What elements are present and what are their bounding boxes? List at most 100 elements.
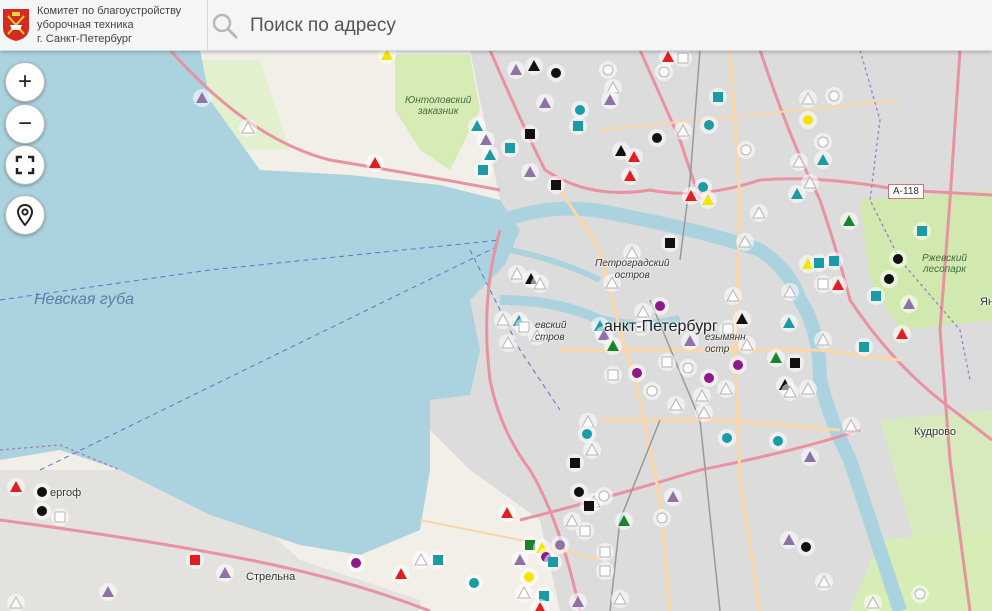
zoom-out-button[interactable]: − xyxy=(5,104,45,144)
circle-marker-white[interactable] xyxy=(817,136,829,148)
label-nevskaya-guba: Невская губа xyxy=(34,291,135,308)
label-vasilyevsky: евский стров xyxy=(535,320,566,344)
label-petrogradsky-line1: Петроградский xyxy=(595,258,670,269)
square-marker-teal[interactable] xyxy=(478,165,488,175)
label-petrogradsky: Петроградский остров xyxy=(595,258,669,282)
circle-marker-teal[interactable] xyxy=(582,429,592,439)
locate-me-button[interactable] xyxy=(5,195,45,235)
circle-marker-purple[interactable] xyxy=(655,301,665,311)
square-marker-teal[interactable] xyxy=(548,557,558,567)
square-marker-teal[interactable] xyxy=(505,143,515,153)
circle-marker-white[interactable] xyxy=(602,64,614,76)
circle-marker-white[interactable] xyxy=(828,90,840,102)
square-marker-teal[interactable] xyxy=(433,555,443,565)
label-vasilyevsky-line2: стров xyxy=(535,332,565,343)
circle-marker-teal[interactable] xyxy=(722,433,732,443)
search-bar[interactable] xyxy=(208,0,992,50)
circle-marker-white[interactable] xyxy=(598,490,610,502)
circle-marker-purple[interactable] xyxy=(733,360,743,370)
circle-marker-white[interactable] xyxy=(914,588,926,600)
square-marker-black[interactable] xyxy=(570,458,580,468)
square-marker-black[interactable] xyxy=(790,358,800,368)
square-marker-teal[interactable] xyxy=(713,92,723,102)
circle-marker-black[interactable] xyxy=(37,487,47,497)
circle-marker-black[interactable] xyxy=(884,274,894,284)
top-bar: Комитет по благоустройству уборочная тех… xyxy=(0,0,992,51)
circle-marker-teal[interactable] xyxy=(698,182,708,192)
circle-marker-black[interactable] xyxy=(551,68,561,78)
label-yuntolovsky-line2: заказник xyxy=(417,106,459,117)
square-marker-white[interactable] xyxy=(54,511,66,523)
square-marker-teal[interactable] xyxy=(859,342,869,352)
circle-marker-teal[interactable] xyxy=(469,578,479,588)
circle-marker-purple[interactable] xyxy=(704,373,714,383)
circle-marker-purple[interactable] xyxy=(351,558,361,568)
address-search-input[interactable] xyxy=(248,10,952,42)
road-shield-a118: А-118 xyxy=(888,184,924,199)
circle-marker-white[interactable] xyxy=(740,144,752,156)
org-line-2: уборочная техника xyxy=(37,19,134,31)
square-marker-white[interactable] xyxy=(599,546,611,558)
square-marker-teal[interactable] xyxy=(829,256,839,266)
square-marker-black[interactable] xyxy=(584,501,594,511)
org-line-1: Комитет по благоустройству xyxy=(37,5,182,17)
search-icon[interactable] xyxy=(212,13,238,39)
square-marker-black[interactable] xyxy=(525,129,535,139)
square-marker-teal[interactable] xyxy=(573,121,583,131)
square-marker-white[interactable] xyxy=(599,565,611,577)
plus-icon: + xyxy=(17,68,32,95)
minus-icon: − xyxy=(17,110,32,137)
label-strelna: Стрельна xyxy=(246,571,296,583)
fullscreen-icon xyxy=(15,155,35,175)
label-ya: Ян xyxy=(980,296,992,308)
square-marker-red[interactable] xyxy=(190,555,200,565)
square-marker-white[interactable] xyxy=(817,278,829,290)
label-city: анкт-Петербург xyxy=(604,318,718,335)
square-marker-white[interactable] xyxy=(579,525,591,537)
location-pin-icon xyxy=(16,204,34,226)
org-line-3: г. Санкт-Петербург xyxy=(37,33,133,45)
circle-marker-teal[interactable] xyxy=(773,436,783,446)
circle-marker-white[interactable] xyxy=(682,362,694,374)
label-rzhevsky-line2: лесопарк xyxy=(922,264,966,275)
square-marker-white[interactable] xyxy=(677,52,689,64)
square-marker-teal[interactable] xyxy=(871,291,881,301)
circle-marker-yellow[interactable] xyxy=(524,572,534,582)
circle-marker-black[interactable] xyxy=(37,506,47,516)
circle-marker-white[interactable] xyxy=(656,512,668,524)
circle-marker-black[interactable] xyxy=(574,487,584,497)
label-vasilyevsky-line1: евский xyxy=(535,320,567,331)
circle-marker-black[interactable] xyxy=(801,542,811,552)
map-canvas[interactable] xyxy=(0,0,992,611)
label-bezymyanny-line2: остр xyxy=(705,344,730,355)
label-yuntolovsky-line1: Юнтоловский xyxy=(405,95,472,106)
square-marker-white[interactable] xyxy=(607,369,619,381)
circle-marker-white[interactable] xyxy=(646,385,658,397)
square-marker-white[interactable] xyxy=(518,321,530,333)
label-bezymyanny: езымянн остр xyxy=(705,332,746,356)
circle-marker-teal[interactable] xyxy=(575,105,585,115)
circle-marker-black[interactable] xyxy=(652,133,662,143)
square-marker-black[interactable] xyxy=(665,238,675,248)
circle-marker-black[interactable] xyxy=(893,254,903,264)
circle-marker-purple[interactable] xyxy=(632,368,642,378)
label-bezymyanny-line1: езымянн xyxy=(705,332,746,343)
fullscreen-button[interactable] xyxy=(5,145,45,185)
label-kudrovo: Кудрово xyxy=(914,426,957,438)
spb-coat-of-arms-icon xyxy=(3,9,29,41)
circle-marker-teal[interactable] xyxy=(704,120,714,130)
circle-marker-yellow[interactable] xyxy=(803,115,813,125)
square-marker-teal[interactable] xyxy=(814,258,824,268)
label-yuntolovsky: Юнтоловский заказник xyxy=(405,95,471,117)
label-petrogradsky-line2: остров xyxy=(614,270,650,281)
circle-marker-white[interactable] xyxy=(658,66,670,78)
square-marker-teal[interactable] xyxy=(917,226,927,236)
square-marker-black[interactable] xyxy=(551,180,561,190)
square-marker-white[interactable] xyxy=(661,356,673,368)
org-block[interactable]: Комитет по благоустройству уборочная тех… xyxy=(0,0,208,50)
label-rzhevsky: Ржевский лесопарк xyxy=(922,253,967,275)
circle-marker-lavender[interactable] xyxy=(555,540,565,550)
zoom-in-button[interactable]: + xyxy=(5,62,45,102)
label-rzhevsky-line1: Ржевский xyxy=(922,253,967,264)
label-petergof: ергоф xyxy=(50,487,82,499)
